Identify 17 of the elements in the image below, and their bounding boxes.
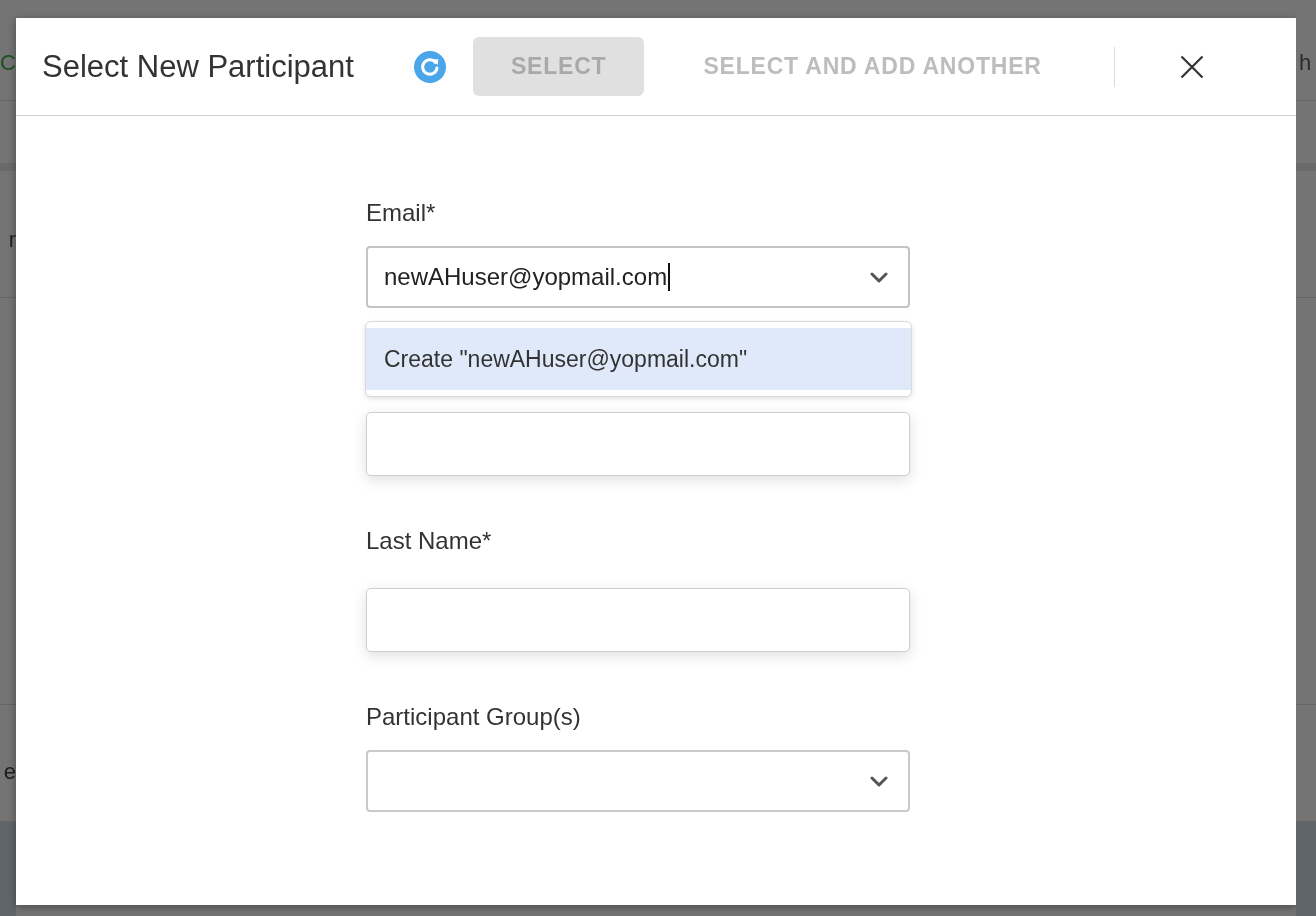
field-label: Last Name* [366,526,493,556]
combobox-field[interactable]: newAHuser@yopmail.com [366,246,910,308]
text-cursor-icon [668,263,671,291]
dialog-title: Select New Participant [42,47,354,86]
background-text: C [0,50,16,76]
background-text: r [8,226,16,253]
dropdown-option[interactable]: Create "newAHuser@yopmail.com" [366,328,911,390]
close-icon [1179,54,1204,79]
text-input-field[interactable] [366,412,910,476]
select-field[interactable] [366,750,910,812]
field-label: Participant Group(s) [366,702,582,732]
background-text: e [3,758,16,785]
chevron-down-icon [870,775,888,787]
background-text: h [1299,50,1312,76]
text-input-field[interactable] [366,588,910,652]
chevron-down-icon [870,271,888,283]
field-label: Email* [366,198,437,228]
